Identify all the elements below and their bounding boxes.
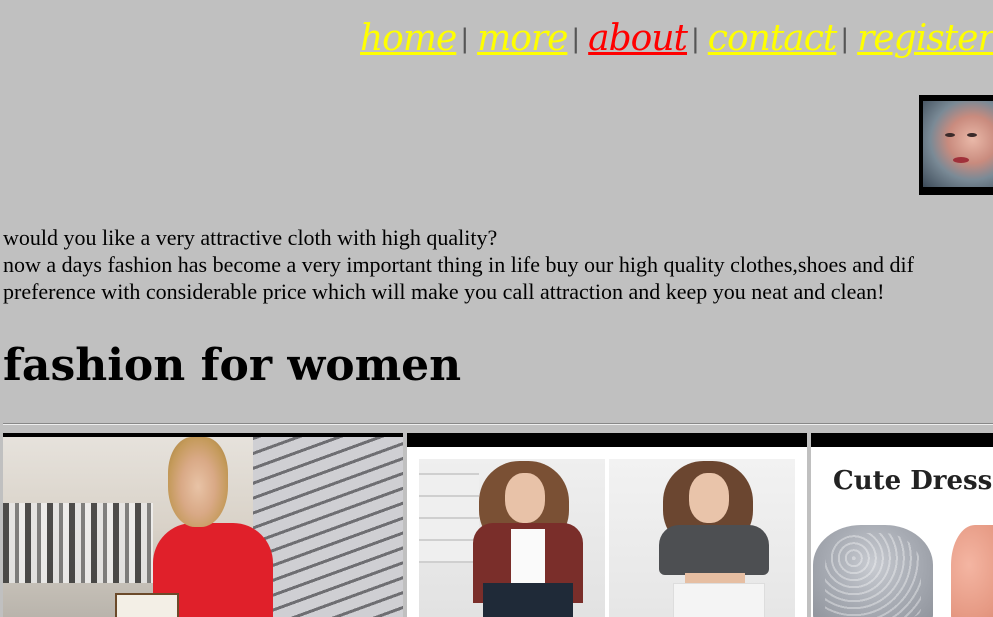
lace-pattern [825,533,921,617]
product-gallery: Cute Dress [3,433,993,617]
portrait-lips [953,157,969,163]
handbag [115,593,179,617]
white-top [511,529,545,589]
portrait-eye [945,133,955,137]
horizontal-rule [3,423,993,425]
nav-link-contact[interactable]: contact [708,14,838,64]
model-portrait-image [919,95,993,195]
gray-crop-sweater [659,525,769,575]
nav-link-home[interactable]: home [360,14,457,64]
clothing-racks [3,503,153,583]
staircase [253,437,403,617]
nav-separator: | [571,24,581,54]
nav-link-more[interactable]: more [477,14,568,64]
main-nav: home | more | about | contact | register [360,4,993,64]
dark-jeans [483,583,573,617]
portrait-face [923,101,993,187]
page: home | more | about | contact | register… [0,0,993,617]
nav-link-register[interactable]: register [857,14,993,64]
model-face [505,473,545,523]
portrait-eye [967,133,977,137]
gallery-photo-cute-dress[interactable]: Cute Dress [811,433,993,617]
section-heading: fashion for women [3,340,462,391]
model-head [168,437,228,527]
nav-separator: | [460,24,470,54]
intro-line-fashion: now a days fashion has become a very imp… [3,252,914,277]
nav-separator: | [840,24,850,54]
peach-dress [951,525,993,617]
shoe-shelves [419,473,479,563]
intro-line-question: would you like a very attractive cloth w… [3,225,498,250]
intro-text: would you like a very attractive cloth w… [3,224,993,305]
white-jeans [673,583,765,617]
nav-separator: | [691,24,700,54]
photo-caption: Cute Dress [833,466,993,496]
gallery-photo-two-outfits[interactable] [407,433,807,617]
nav-link-about[interactable]: about [588,14,688,64]
gallery-photo-red-dress[interactable] [3,433,403,617]
intro-line-preference: preference with considerable price which… [3,279,885,304]
model-face [689,473,729,523]
